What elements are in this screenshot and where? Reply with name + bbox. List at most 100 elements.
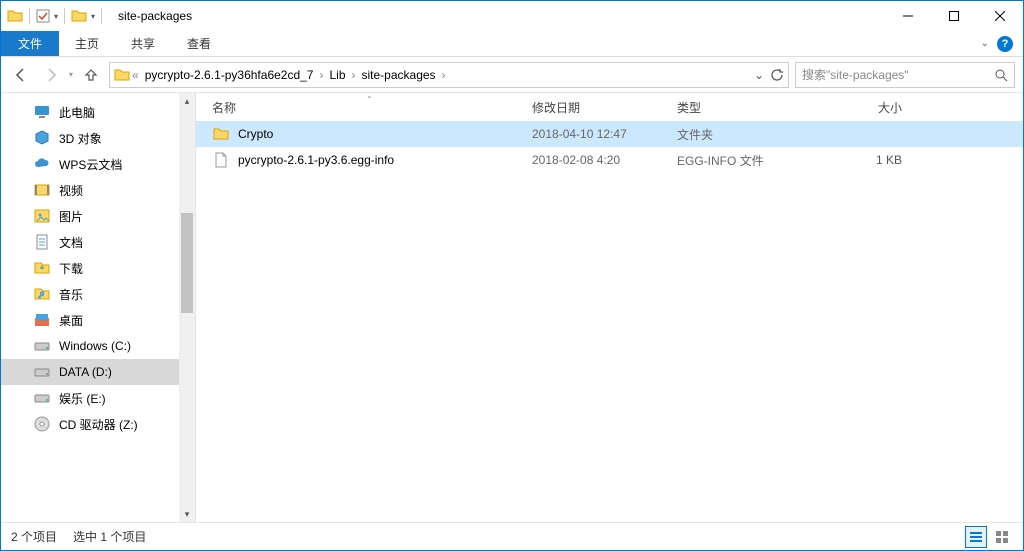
file-name: pycrypto-2.6.1-py3.6.egg-info bbox=[238, 153, 394, 167]
folder-icon bbox=[7, 8, 23, 24]
sidebar-item[interactable]: 视频 bbox=[1, 177, 195, 203]
breadcrumb-item[interactable]: pycrypto-2.6.1-py36hfa6e2cd_7 bbox=[141, 68, 318, 82]
ribbon-tab-view[interactable]: 查看 bbox=[171, 31, 227, 56]
sidebar-item-label: 视频 bbox=[59, 182, 83, 199]
chevron-right-icon[interactable]: › bbox=[440, 68, 448, 82]
item-count: 2 个项目 bbox=[11, 528, 57, 545]
nav-up-button[interactable] bbox=[79, 63, 103, 87]
qat-dropdown-icon[interactable]: ▾ bbox=[91, 12, 95, 21]
quick-access-toolbar: ▾ ▾ bbox=[1, 8, 110, 24]
file-row[interactable]: Crypto2018-04-10 12:47文件夹 bbox=[196, 121, 1023, 147]
address-dropdown-icon[interactable]: ⌄ bbox=[754, 68, 764, 82]
pc-icon bbox=[33, 103, 51, 121]
search-icon[interactable] bbox=[994, 68, 1008, 82]
sidebar-item-label: Windows (C:) bbox=[59, 339, 131, 353]
file-size: 1 KB bbox=[832, 153, 912, 167]
sidebar-scrollbar[interactable]: ▴ ▾ bbox=[179, 93, 195, 522]
file-icon bbox=[212, 151, 230, 169]
drive-icon bbox=[33, 389, 51, 407]
column-header-date[interactable]: 修改日期 bbox=[532, 99, 677, 116]
sidebar-item[interactable]: 此电脑 bbox=[1, 99, 195, 125]
selected-count: 选中 1 个项目 bbox=[73, 528, 146, 545]
scroll-down-icon[interactable]: ▾ bbox=[179, 506, 195, 522]
details-view-button[interactable] bbox=[965, 526, 987, 548]
file-pane: ⌃ 名称 修改日期 类型 大小 Crypto2018-04-10 12:47文件… bbox=[196, 93, 1023, 522]
search-input[interactable]: 搜索"site-packages" bbox=[795, 62, 1015, 88]
sidebar-item-label: 音乐 bbox=[59, 286, 83, 303]
navigation-pane: 此电脑 3D 对象 WPS云文档视频图片文档下载音乐桌面 Windows (C:) DA… bbox=[1, 93, 196, 522]
ribbon-tab-home[interactable]: 主页 bbox=[59, 31, 115, 56]
chevron-right-icon[interactable]: › bbox=[350, 68, 358, 82]
cloud-icon bbox=[33, 155, 51, 173]
sidebar-item[interactable]: 文档 bbox=[1, 229, 195, 255]
ribbon-expand-icon[interactable]: ⌄ bbox=[981, 38, 989, 49]
breadcrumb-item[interactable]: site-packages bbox=[358, 68, 440, 82]
sidebar-item-label: DATA (D:) bbox=[59, 365, 112, 379]
sidebar-item-label: 此电脑 bbox=[59, 104, 95, 121]
scroll-thumb[interactable] bbox=[181, 213, 193, 313]
search-placeholder: 搜索"site-packages" bbox=[802, 66, 909, 83]
sidebar-item[interactable]: CD 驱动器 (Z:) bbox=[1, 411, 195, 437]
sidebar-item-label: CD 驱动器 (Z:) bbox=[59, 416, 138, 433]
3d-icon bbox=[33, 129, 51, 147]
sidebar-item-label: WPS云文档 bbox=[59, 156, 122, 173]
status-bar: 2 个项目 选中 1 个项目 bbox=[1, 522, 1023, 550]
sidebar-item[interactable]: 3D 对象 bbox=[1, 125, 195, 151]
dl-icon bbox=[33, 259, 51, 277]
sidebar-item-label: 桌面 bbox=[59, 312, 83, 329]
separator bbox=[29, 8, 30, 24]
sidebar-item-label: 文档 bbox=[59, 234, 83, 251]
chevron-right-icon[interactable]: › bbox=[317, 68, 325, 82]
drive-icon bbox=[33, 363, 51, 381]
column-headers: ⌃ 名称 修改日期 类型 大小 bbox=[196, 93, 1023, 121]
sidebar-item[interactable]: 娱乐 (E:) bbox=[1, 385, 195, 411]
help-icon[interactable]: ? bbox=[997, 36, 1013, 52]
file-type: EGG-INFO 文件 bbox=[677, 152, 832, 169]
file-list: Crypto2018-04-10 12:47文件夹pycrypto-2.6.1-… bbox=[196, 121, 1023, 522]
sidebar-item[interactable]: 图片 bbox=[1, 203, 195, 229]
icons-view-button[interactable] bbox=[991, 526, 1013, 548]
breadcrumb-item[interactable]: Lib bbox=[325, 68, 349, 82]
address-bar: ▾ « pycrypto-2.6.1-py36hfa6e2cd_7 › Lib … bbox=[1, 57, 1023, 93]
sidebar-item-label: 图片 bbox=[59, 208, 83, 225]
drive-icon bbox=[33, 337, 51, 355]
close-button[interactable] bbox=[977, 1, 1023, 31]
doc-icon bbox=[33, 233, 51, 251]
file-date: 2018-04-10 12:47 bbox=[532, 127, 677, 141]
nav-history-dropdown[interactable]: ▾ bbox=[69, 70, 73, 79]
folder-icon bbox=[114, 67, 130, 83]
sidebar-item[interactable]: 下载 bbox=[1, 255, 195, 281]
music-icon bbox=[33, 285, 51, 303]
sidebar-item[interactable]: Windows (C:) bbox=[1, 333, 195, 359]
desk-icon bbox=[33, 311, 51, 329]
column-header-type[interactable]: 类型 bbox=[677, 99, 832, 116]
address-field[interactable]: « pycrypto-2.6.1-py36hfa6e2cd_7 › Lib › … bbox=[109, 62, 789, 88]
nav-forward-button[interactable] bbox=[39, 63, 63, 87]
ribbon-tab-share[interactable]: 共享 bbox=[115, 31, 171, 56]
sidebar-item[interactable]: 音乐 bbox=[1, 281, 195, 307]
ribbon: 文件 主页 共享 查看 ⌄ ? bbox=[1, 31, 1023, 57]
file-tab[interactable]: 文件 bbox=[1, 31, 59, 56]
window-controls bbox=[885, 1, 1023, 31]
refresh-icon[interactable] bbox=[770, 68, 784, 82]
scroll-up-icon[interactable]: ▴ bbox=[179, 93, 195, 109]
sort-indicator-icon: ⌃ bbox=[366, 95, 373, 104]
file-row[interactable]: pycrypto-2.6.1-py3.6.egg-info2018-02-08 … bbox=[196, 147, 1023, 173]
separator bbox=[64, 8, 65, 24]
sidebar-item[interactable]: WPS云文档 bbox=[1, 151, 195, 177]
breadcrumb-overflow[interactable]: « bbox=[130, 68, 141, 82]
image-icon bbox=[33, 207, 51, 225]
qat-dropdown-icon[interactable]: ▾ bbox=[54, 12, 58, 21]
nav-back-button[interactable] bbox=[9, 63, 33, 87]
sidebar-item[interactable]: 桌面 bbox=[1, 307, 195, 333]
column-header-size[interactable]: 大小 bbox=[832, 99, 912, 116]
cd-icon bbox=[33, 415, 51, 433]
folder-icon bbox=[212, 125, 230, 143]
minimize-button[interactable] bbox=[885, 1, 931, 31]
sidebar-item[interactable]: DATA (D:) bbox=[1, 359, 195, 385]
window-title: site-packages bbox=[110, 9, 885, 23]
qat-checkbox-icon[interactable] bbox=[36, 9, 50, 23]
video-icon bbox=[33, 181, 51, 199]
maximize-button[interactable] bbox=[931, 1, 977, 31]
main-area: 此电脑 3D 对象 WPS云文档视频图片文档下载音乐桌面 Windows (C:) DA… bbox=[1, 93, 1023, 522]
